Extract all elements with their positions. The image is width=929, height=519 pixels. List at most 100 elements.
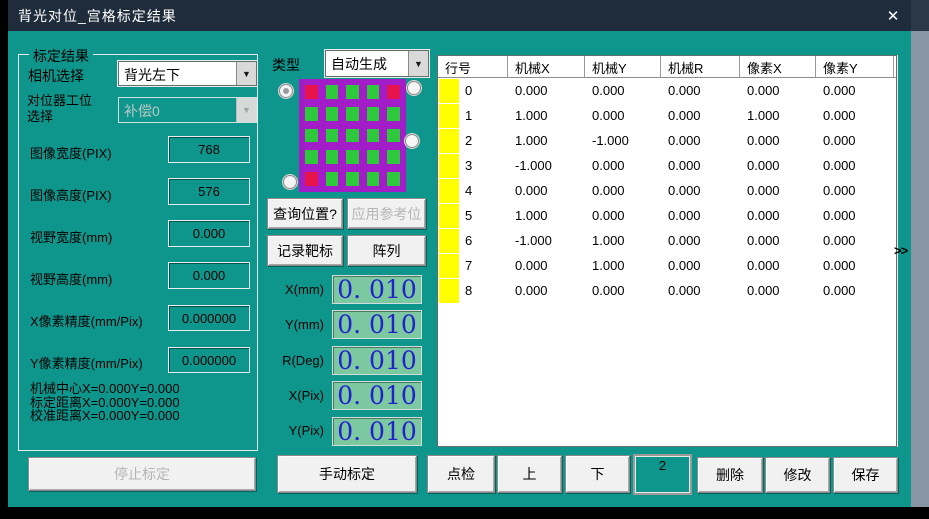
table-cell: 1.000 (740, 108, 816, 123)
camera-select-label: 相机选择 (28, 66, 84, 86)
background-window-strip-top (911, 0, 929, 31)
x-mm-label: X(mm) (272, 282, 324, 297)
y-pix-value: 0. 010 (332, 417, 422, 446)
table-row[interactable]: 70.0001.0000.0000.0000.000 (438, 253, 896, 278)
expand-toggle[interactable]: >> (894, 243, 907, 258)
table-row[interactable]: 21.000-1.0000.0000.0000.000 (438, 128, 896, 153)
aligner-station-label: 对位器工位选择 (27, 93, 99, 125)
table-cell: 1.000 (508, 108, 585, 123)
radio-top-right[interactable] (407, 81, 421, 95)
table-header-cell[interactable]: 行号 (438, 56, 508, 77)
grid-cell (387, 107, 400, 121)
query-position-button[interactable]: 查询位置? (267, 198, 343, 229)
chevron-down-icon[interactable]: ▼ (236, 62, 256, 85)
table-cell: 0.000 (661, 83, 740, 98)
y-mm-value: 0. 010 (332, 310, 422, 339)
table-cell: 0.000 (585, 158, 661, 173)
grid-cell (326, 172, 339, 186)
down-button[interactable]: 下 (565, 455, 630, 493)
table-cell: 0.000 (816, 258, 894, 273)
x-pix-value: 0. 010 (332, 381, 422, 410)
grid-cell (367, 172, 380, 186)
manual-calibration-button[interactable]: 手动标定 (277, 455, 417, 493)
table-cell: 8 (438, 279, 508, 303)
desktop-background: 背光对位_宫格标定结果 ✕ 标定结果 相机选择 背光左下 ▼ 对位器工位选择 补… (0, 0, 929, 519)
table-header-cell[interactable]: 机械X (508, 56, 585, 77)
table-row[interactable]: 80.0000.0000.0000.0000.000 (438, 278, 896, 303)
camera-select-dropdown[interactable]: 背光左下 ▼ (118, 61, 257, 86)
table-cell: 0.000 (816, 83, 894, 98)
grid-cell (387, 129, 400, 143)
x-pixel-precision-field: 0.000000 (168, 305, 250, 331)
table-row[interactable]: 11.0000.0000.0001.0000.000 (438, 103, 896, 128)
table-cell: 1.000 (508, 208, 585, 223)
y-pixel-precision-field: 0.000000 (168, 347, 250, 373)
table-cell: -1.000 (585, 133, 661, 148)
type-dropdown[interactable]: 自动生成 ▼ (325, 50, 429, 77)
table-cell: 0.000 (661, 233, 740, 248)
table-header-cell[interactable]: 像素X (740, 56, 816, 77)
table-cell: 0.000 (740, 133, 816, 148)
table-cell: 0.000 (816, 183, 894, 198)
grid-cell (305, 129, 318, 143)
grid-cell (326, 150, 339, 164)
grid-cell (367, 107, 380, 121)
save-button[interactable]: 保存 (833, 457, 898, 493)
up-button[interactable]: 上 (497, 455, 562, 493)
table-row[interactable]: 40.0000.0000.0000.0000.000 (438, 178, 896, 203)
row-marker (439, 179, 459, 203)
title-bar: 背光对位_宫格标定结果 ✕ (8, 0, 911, 31)
table-cell: -1.000 (508, 233, 585, 248)
row-marker (439, 79, 459, 103)
table-header-row: 行号机械X机械Y机械R像素X像素Y (438, 56, 896, 78)
array-button[interactable]: 阵列 (347, 235, 426, 266)
calibration-summary: 机械中心X=0.000Y=0.000 标定距离X=0.000Y=0.000 校准… (30, 382, 180, 423)
radio-top-left[interactable] (279, 84, 293, 98)
aligner-station-value: 补偿0 (119, 98, 236, 122)
row-count-field[interactable]: 2 (633, 454, 692, 495)
table-cell: 4 (438, 179, 508, 203)
record-target-button[interactable]: 记录靶标 (267, 235, 343, 266)
grid-cell (305, 172, 318, 186)
table-header-cell[interactable]: 像素Y (816, 56, 894, 77)
table-cell: 0.000 (508, 258, 585, 273)
type-value: 自动生成 (326, 51, 408, 76)
table-header-cell[interactable]: 机械R (661, 56, 740, 77)
grid-cell (387, 150, 400, 164)
table-cell: 0.000 (740, 183, 816, 198)
table-cell: 0 (438, 79, 508, 103)
table-cell: 0.000 (740, 83, 816, 98)
camera-select-value: 背光左下 (119, 62, 236, 85)
table-cell: 0.000 (661, 183, 740, 198)
table-cell: 0.000 (740, 258, 816, 273)
table-cell: 3 (438, 154, 508, 178)
table-row[interactable]: 6-1.0001.0000.0000.0000.000 (438, 228, 896, 253)
calibration-grid-preview (299, 79, 406, 192)
table-cell: 0.000 (585, 183, 661, 198)
table-cell: 1.000 (585, 233, 661, 248)
stop-calibration-button: 停止标定 (28, 457, 256, 491)
grid-cell (346, 172, 359, 186)
close-icon[interactable]: ✕ (881, 4, 905, 28)
table-cell: -1.000 (508, 158, 585, 173)
table-row[interactable]: 51.0000.0000.0000.0000.000 (438, 203, 896, 228)
modify-button[interactable]: 修改 (765, 457, 830, 493)
table-cell: 0.000 (740, 158, 816, 173)
table-header-cell[interactable]: 机械Y (585, 56, 661, 77)
grid-cell (367, 85, 380, 99)
table-row[interactable]: 3-1.0000.0000.0000.0000.000 (438, 153, 896, 178)
calibration-points-table[interactable]: 行号机械X机械Y机械R像素X像素Y 00.0000.0000.0000.0000… (437, 55, 897, 447)
grid-cell (326, 85, 339, 99)
spot-check-button[interactable]: 点检 (427, 455, 495, 493)
table-row[interactable]: 00.0000.0000.0000.0000.000 (438, 78, 896, 103)
chevron-down-icon[interactable]: ▼ (408, 51, 428, 76)
table-cell: 0.000 (661, 133, 740, 148)
delete-button[interactable]: 删除 (697, 457, 763, 493)
radio-bottom-left[interactable] (283, 175, 297, 189)
table-cell: 0.000 (816, 158, 894, 173)
row-marker (439, 254, 459, 278)
image-height-label: 图像高度(PIX) (30, 185, 112, 204)
table-cell: 0.000 (816, 233, 894, 248)
table-cell: 0.000 (508, 283, 585, 298)
radio-middle-right[interactable] (405, 134, 419, 148)
